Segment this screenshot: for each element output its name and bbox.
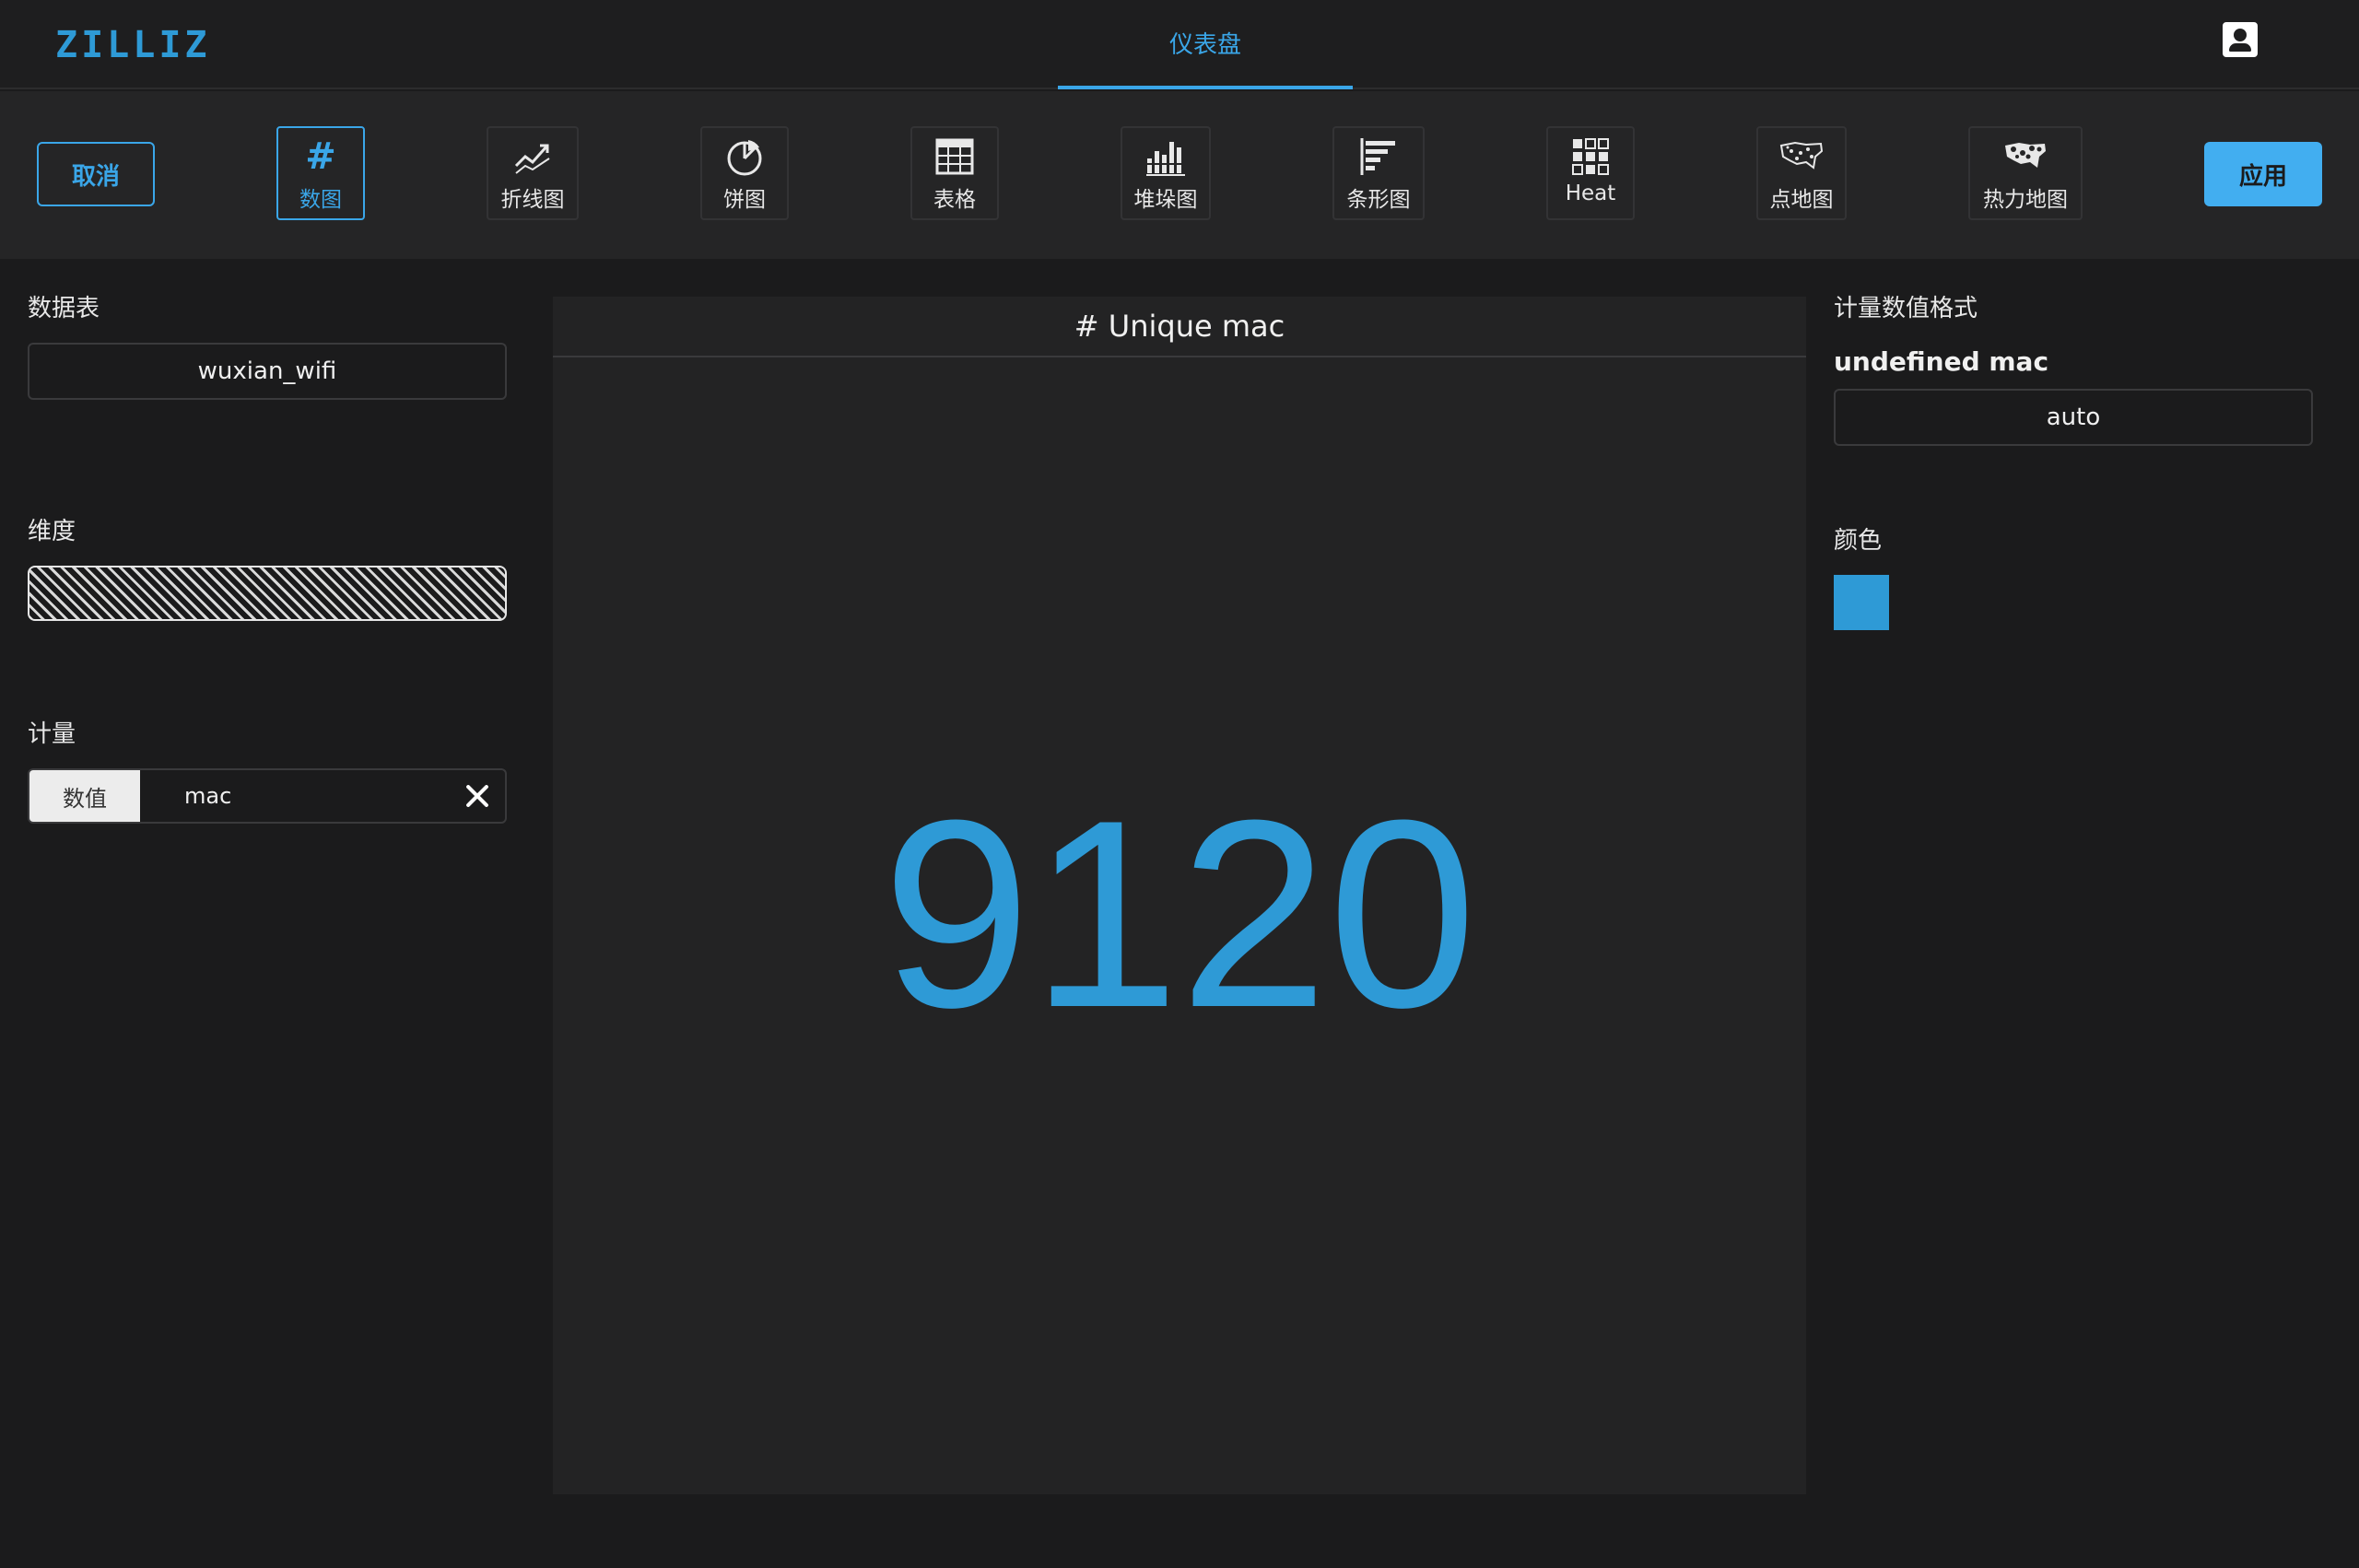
- color-label: 颜色: [1834, 527, 1883, 555]
- chart-type-pie[interactable]: 饼图: [700, 126, 789, 220]
- measure-format-name: undefined mac: [1834, 346, 2049, 377]
- chart-type-point-map[interactable]: 点地图: [1756, 126, 1847, 220]
- bar-chart-icon: [1351, 135, 1406, 178]
- heat-grid-icon: [1563, 135, 1618, 178]
- chart-type-label: 饼图: [723, 188, 766, 212]
- dimension-label: 维度: [28, 518, 76, 545]
- chart-type-label: 折线图: [500, 188, 565, 212]
- dimension-drop-zone[interactable]: [28, 566, 507, 621]
- chart-type-label: 数图: [299, 188, 342, 212]
- chart-type-stacked[interactable]: 堆垛图: [1121, 126, 1211, 220]
- cancel-button[interactable]: 取消: [37, 142, 155, 206]
- remove-measure-close-icon[interactable]: [463, 781, 492, 811]
- chart-type-table[interactable]: 表格: [910, 126, 999, 220]
- chart-type-label: 条形图: [1346, 188, 1411, 212]
- chart-type-heat[interactable]: Heat: [1546, 126, 1635, 220]
- chart-preview: # Unique mac 9120: [553, 297, 1806, 1494]
- preview-title-text: Unique mac: [1108, 309, 1285, 344]
- heat-map-icon: [1998, 135, 2053, 178]
- user-account-icon[interactable]: [2223, 22, 2258, 57]
- tab-dashboard[interactable]: 仪表盘: [1058, 0, 1353, 89]
- number-value: 9120: [882, 765, 1477, 1063]
- measure-format-select[interactable]: auto: [1834, 389, 2313, 446]
- line-chart-icon: [505, 135, 560, 178]
- data-table-label: 数据表: [28, 295, 100, 322]
- chart-type-label: 点地图: [1769, 188, 1834, 212]
- user-icon-body: [2229, 43, 2251, 52]
- chart-type-bar[interactable]: 条形图: [1332, 126, 1425, 220]
- measure-label: 计量: [28, 720, 76, 748]
- chart-type-number[interactable]: # 数图: [276, 126, 365, 220]
- hash-symbol: #: [1074, 309, 1099, 344]
- user-icon-head: [2234, 29, 2247, 41]
- chart-type-line[interactable]: 折线图: [487, 126, 579, 220]
- data-table-select[interactable]: wuxian_wifi: [28, 343, 507, 400]
- hash-glyph: #: [305, 135, 336, 178]
- chart-type-toolbar: 取消 # 数图 折线图 饼图 表格 堆垛图 条形图 Heat 点地图 热力地图 …: [0, 91, 2359, 259]
- zilliz-logo[interactable]: ZILLIZ: [55, 24, 211, 66]
- chart-type-label: 热力地图: [1983, 188, 2068, 212]
- point-map-icon: [1774, 135, 1829, 178]
- measure-field-name[interactable]: mac: [184, 770, 231, 822]
- pie-chart-icon: [717, 135, 772, 178]
- color-swatch[interactable]: [1834, 575, 1889, 630]
- preview-title: # Unique mac: [553, 297, 1806, 357]
- stacked-bar-icon: [1138, 135, 1193, 178]
- chart-type-label: 表格: [933, 188, 976, 212]
- hash-icon: #: [293, 135, 348, 178]
- measure-type-tag[interactable]: 数值: [29, 770, 140, 822]
- apply-button[interactable]: 应用: [2204, 142, 2322, 206]
- chart-type-heat-map[interactable]: 热力地图: [1968, 126, 2083, 220]
- chart-type-label: Heat: [1565, 181, 1616, 205]
- top-bar: ZILLIZ 仪表盘: [0, 0, 2359, 89]
- chart-type-label: 堆垛图: [1133, 188, 1198, 212]
- measure-item: 数值 mac: [28, 768, 507, 824]
- table-icon: [927, 135, 982, 178]
- measure-format-label: 计量数值格式: [1834, 295, 1978, 322]
